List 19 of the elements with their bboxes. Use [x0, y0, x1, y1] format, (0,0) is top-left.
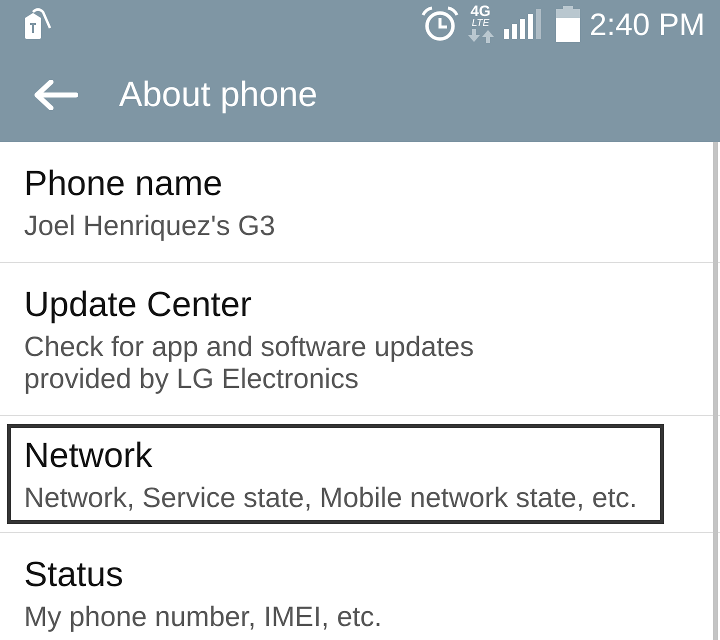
item-title: Status: [24, 554, 124, 596]
item-title: Update Center: [24, 284, 253, 326]
alarm-clock-icon: [420, 6, 460, 42]
item-subtitle: Network, Service state, Mobile network state, etc.: [24, 482, 638, 514]
battery-icon: [556, 6, 580, 42]
network-subtype-label: LTE: [472, 18, 490, 29]
scrollbar-thumb[interactable]: [713, 142, 718, 640]
back-arrow-icon: [34, 80, 78, 110]
item-title: Network: [24, 435, 154, 477]
clock-time: 2:40 PM: [590, 8, 705, 40]
network-type-label: 4G: [470, 5, 491, 18]
item-subtitle: My phone number, IMEI, etc.: [24, 601, 383, 633]
item-title: Phone name: [24, 163, 224, 205]
data-arrows-icon: [468, 29, 494, 43]
tag-icon: [22, 8, 52, 40]
signal-icon: [504, 9, 542, 39]
item-subtitle: Joel Henriquez's G3: [24, 210, 276, 242]
screen-title: About phone: [119, 74, 318, 116]
item-subtitle: Check for app and software updates provided by LG Electronics: [24, 331, 475, 395]
